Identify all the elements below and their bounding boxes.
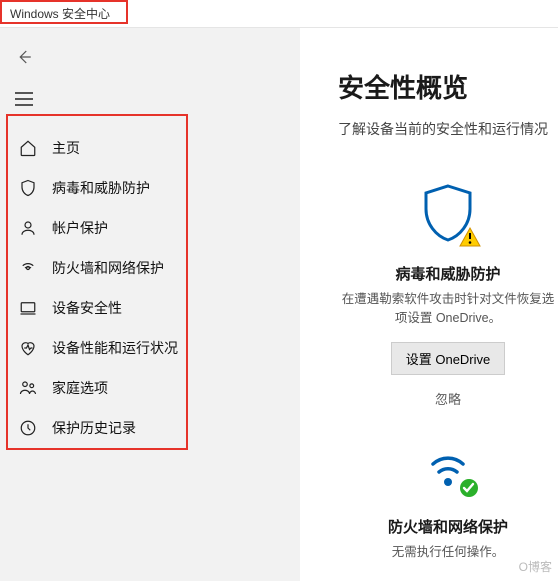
card-title: 防火墙和网络保护	[388, 516, 508, 537]
page-title: 安全性概览	[338, 68, 558, 105]
sidebar-item-health[interactable]: 设备性能和运行状况	[18, 328, 286, 368]
sidebar-item-label: 主页	[52, 138, 80, 158]
sidebar-item-label: 帐户保护	[52, 218, 108, 238]
device-icon	[18, 299, 38, 317]
home-icon	[18, 139, 38, 157]
family-icon	[18, 379, 38, 397]
sidebar-item-label: 防火墙和网络保护	[52, 258, 164, 278]
sidebar: 主页 病毒和威胁防护 帐户保护 防火墙和网络保护	[0, 28, 300, 581]
health-icon	[18, 339, 38, 357]
card-firewall[interactable]: 防火墙和网络保护 无需执行任何操作。	[338, 442, 558, 576]
main-content: 安全性概览 了解设备当前的安全性和运行情况 病毒和威胁防护 在遭遇勒索软件攻击时…	[300, 28, 558, 581]
history-icon	[18, 419, 38, 437]
sidebar-item-device-security[interactable]: 设备安全性	[18, 288, 286, 328]
sidebar-item-label: 病毒和威胁防护	[52, 178, 150, 198]
sidebar-item-account[interactable]: 帐户保护	[18, 208, 286, 248]
sidebar-item-label: 家庭选项	[52, 378, 108, 398]
card-description: 在遭遇勒索软件攻击时针对文件恢复选项设置 OneDrive。	[338, 290, 558, 328]
account-icon	[18, 219, 38, 237]
sidebar-item-virus[interactable]: 病毒和威胁防护	[18, 168, 286, 208]
page-subtitle: 了解设备当前的安全性和运行情况	[338, 119, 558, 139]
sidebar-item-label: 设备性能和运行状况	[52, 338, 178, 358]
firewall-ok-icon	[419, 442, 477, 498]
dismiss-link[interactable]: 忽略	[435, 389, 461, 408]
firewall-icon	[18, 259, 38, 277]
sidebar-item-label: 设备安全性	[52, 298, 122, 318]
card-description: 无需执行任何操作。	[392, 543, 505, 562]
card-virus[interactable]: 病毒和威胁防护 在遭遇勒索软件攻击时针对文件恢复选项设置 OneDrive。 设…	[338, 183, 558, 408]
shield-warning-icon	[419, 183, 477, 245]
titlebar: Windows 安全中心	[0, 0, 558, 28]
sidebar-item-family[interactable]: 家庭选项	[18, 368, 286, 408]
back-button[interactable]	[0, 36, 48, 78]
window-title: Windows 安全中心	[10, 5, 110, 22]
sidebar-item-history[interactable]: 保护历史记录	[18, 408, 286, 448]
sidebar-item-firewall[interactable]: 防火墙和网络保护	[18, 248, 286, 288]
sidebar-item-label: 保护历史记录	[52, 418, 136, 438]
card-title: 病毒和威胁防护	[395, 263, 500, 284]
menu-toggle-button[interactable]	[0, 78, 48, 120]
shield-icon	[18, 179, 38, 197]
setup-onedrive-button[interactable]: 设置 OneDrive	[391, 342, 506, 375]
sidebar-item-home[interactable]: 主页	[18, 128, 286, 168]
watermark: O博客	[519, 558, 552, 575]
